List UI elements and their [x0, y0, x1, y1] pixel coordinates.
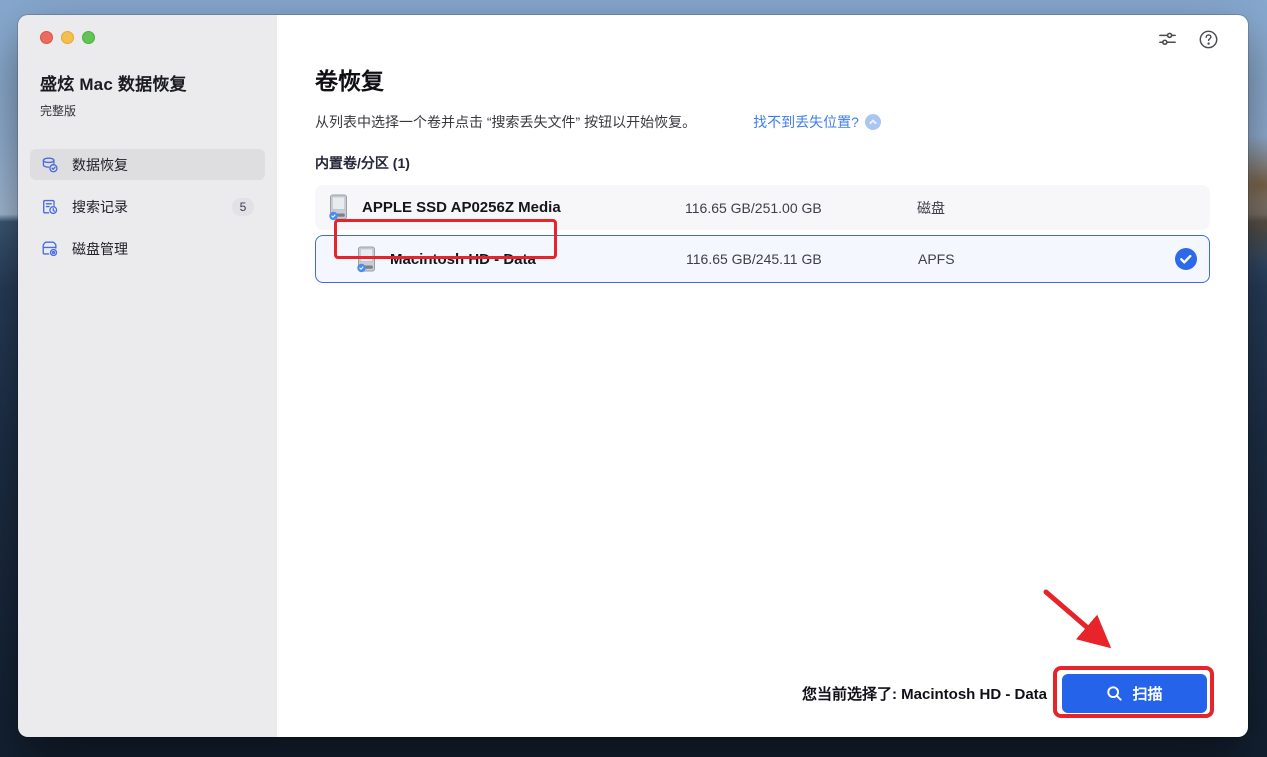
- disk-manage-icon: [41, 240, 59, 258]
- sidebar-nav: 数据恢复 搜索记录 5: [30, 149, 265, 264]
- volume-list: APPLE SSD AP0256Z Media 116.65 GB/251.00…: [315, 185, 1210, 283]
- page-title: 卷恢复: [315, 62, 1210, 96]
- volume-name-cell: Macintosh HD - Data: [328, 246, 686, 273]
- search-history-icon: [41, 198, 59, 216]
- internal-drive-icon: [355, 246, 378, 273]
- volume-name: APPLE SSD AP0256Z Media: [362, 199, 561, 216]
- lost-location-link[interactable]: 找不到丢失位置?: [753, 112, 881, 132]
- search-history-count-badge: 5: [232, 198, 254, 216]
- volume-type: 磁盘: [917, 198, 1174, 218]
- help-icon[interactable]: [1198, 29, 1219, 50]
- scan-button-label: 扫描: [1132, 683, 1162, 704]
- maximize-button[interactable]: [82, 31, 95, 44]
- volume-check-cell: [1173, 248, 1197, 270]
- close-button[interactable]: [40, 31, 53, 44]
- sidebar: 盛炫 Mac 数据恢复 完整版 数据恢复: [18, 15, 277, 737]
- volume-type: APFS: [918, 251, 1173, 267]
- page-description: 从列表中选择一个卷并点击 “搜索丢失文件” 按钮以开始恢复。: [315, 112, 696, 132]
- search-icon: [1106, 685, 1123, 702]
- sidebar-item-search-history[interactable]: 搜索记录 5: [30, 191, 265, 222]
- volume-size: 116.65 GB/245.11 GB: [686, 251, 918, 267]
- app-title: 盛炫 Mac 数据恢复: [40, 70, 265, 95]
- chevron-up-icon: [865, 114, 881, 130]
- app-edition-label: 完整版: [40, 102, 265, 119]
- current-selection-text: 您当前选择了: Macintosh HD - Data: [802, 683, 1047, 704]
- sidebar-item-label: 磁盘管理: [72, 239, 128, 259]
- selected-check-icon: [1175, 248, 1197, 270]
- section-header: 内置卷/分区 (1): [315, 153, 1210, 173]
- sidebar-item-label: 数据恢复: [72, 155, 128, 175]
- volume-row-macintosh-hd-data[interactable]: Macintosh HD - Data 116.65 GB/245.11 GB …: [315, 235, 1210, 283]
- database-recovery-icon: [41, 156, 59, 174]
- sidebar-item-data-recovery[interactable]: 数据恢复: [30, 149, 265, 180]
- toolbar: [1157, 29, 1219, 50]
- volume-row-apple-ssd[interactable]: APPLE SSD AP0256Z Media 116.65 GB/251.00…: [315, 185, 1210, 230]
- volume-size: 116.65 GB/251.00 GB: [685, 200, 917, 216]
- sidebar-item-disk-management[interactable]: 磁盘管理: [30, 233, 265, 264]
- internal-drive-icon: [327, 194, 350, 221]
- main-content: 卷恢复 从列表中选择一个卷并点击 “搜索丢失文件” 按钮以开始恢复。 找不到丢失…: [277, 15, 1248, 737]
- sidebar-item-label: 搜索记录: [72, 197, 128, 217]
- lost-location-link-label: 找不到丢失位置?: [753, 112, 859, 132]
- minimize-button[interactable]: [61, 31, 74, 44]
- description-row: 从列表中选择一个卷并点击 “搜索丢失文件” 按钮以开始恢复。 找不到丢失位置?: [315, 112, 1210, 132]
- volume-name-cell: APPLE SSD AP0256Z Media: [327, 194, 685, 221]
- volume-name: Macintosh HD - Data: [390, 251, 536, 268]
- settings-sliders-icon[interactable]: [1157, 29, 1178, 50]
- window-controls: [30, 31, 265, 44]
- scan-button[interactable]: 扫描: [1062, 674, 1207, 713]
- footer-bar: 您当前选择了: Macintosh HD - Data 扫描: [802, 674, 1207, 713]
- app-window: 盛炫 Mac 数据恢复 完整版 数据恢复: [18, 15, 1248, 737]
